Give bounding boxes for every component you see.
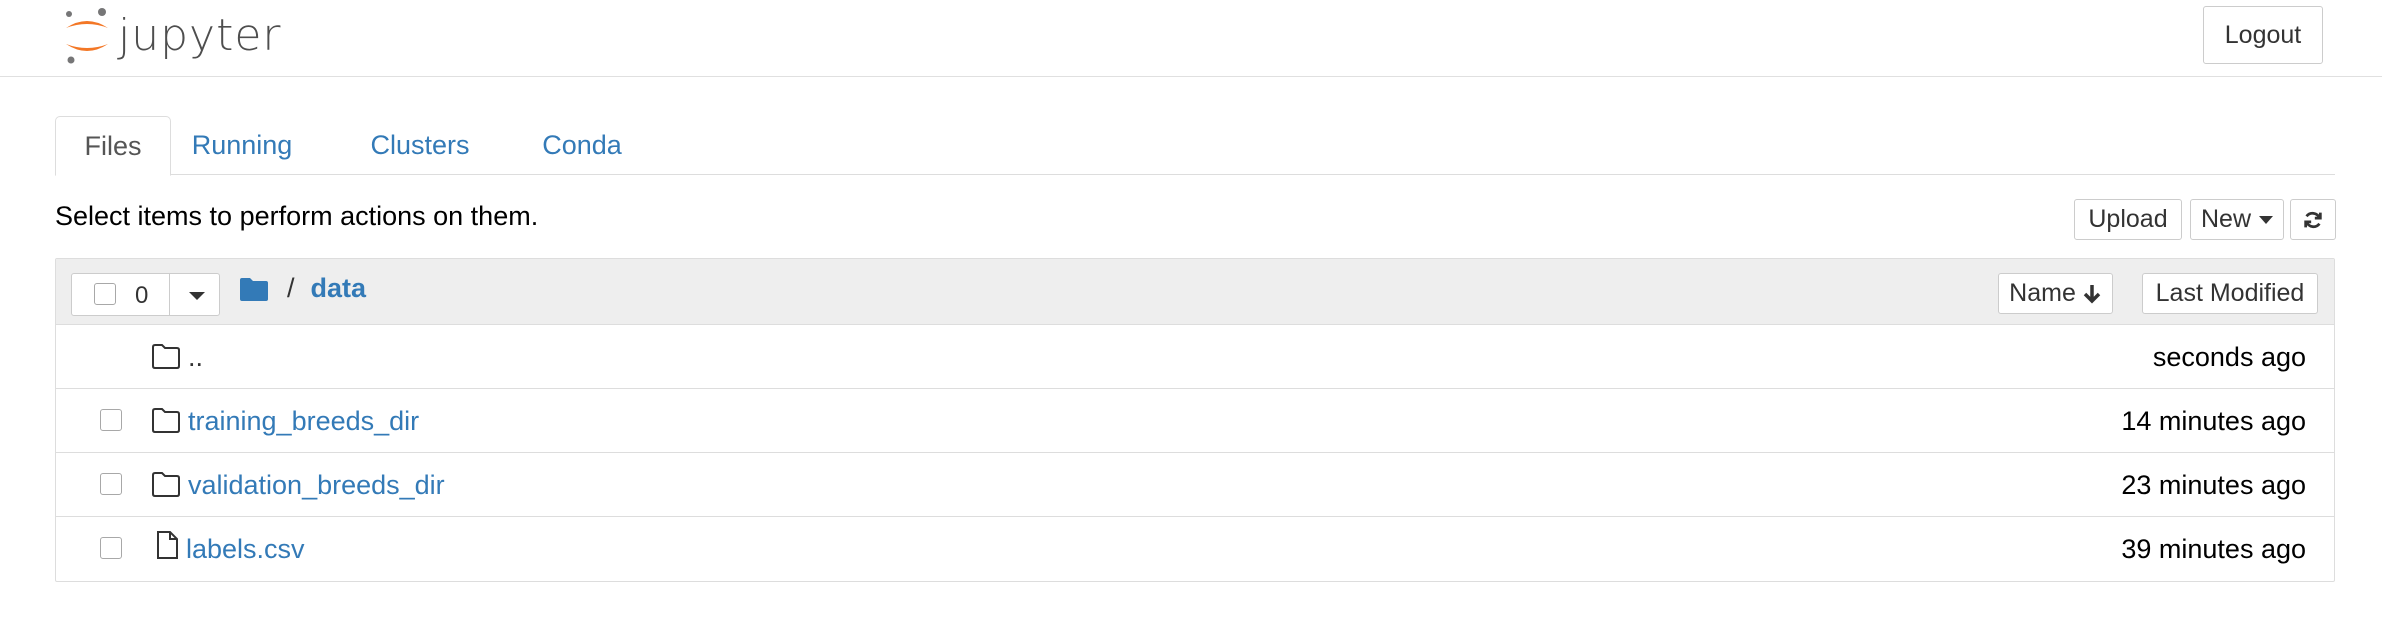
item-name[interactable]: validation_breeds_dir [188, 470, 445, 501]
selected-count: 0 [135, 282, 149, 309]
file-list-header: 0 / data Name Last Modified [56, 259, 2334, 325]
tab-files[interactable]: Files [55, 116, 171, 176]
file-icon [157, 531, 178, 559]
sort-name-label: Name [2009, 279, 2076, 307]
selection-dropdown-icon[interactable] [189, 292, 205, 300]
file-list: 0 / data Name Last Modified .. seconds a… [55, 258, 2335, 582]
new-button-label: New [2200, 205, 2251, 233]
item-modified: 14 minutes ago [2121, 406, 2306, 436]
item-name[interactable]: labels.csv [186, 534, 305, 565]
breadcrumb-separator: / [287, 273, 295, 303]
refresh-button[interactable] [2290, 199, 2336, 240]
arrow-down-icon [2083, 284, 2101, 303]
list-item[interactable]: labels.csv 39 minutes ago [56, 517, 2334, 581]
tab-clusters[interactable]: Clusters [360, 116, 480, 175]
jupyter-logo-icon [64, 6, 110, 66]
divider [169, 274, 170, 315]
breadcrumb-current-dir[interactable]: data [311, 273, 367, 304]
list-item[interactable]: training_breeds_dir 14 minutes ago [56, 389, 2334, 453]
item-modified: 39 minutes ago [2121, 534, 2306, 564]
item-checkbox[interactable] [100, 537, 122, 559]
folder-home-icon[interactable] [239, 276, 269, 302]
item-name[interactable]: .. [188, 342, 203, 373]
folder-icon [152, 344, 180, 369]
folder-icon [152, 408, 180, 433]
logout-button[interactable]: Logout [2203, 6, 2323, 64]
tab-bar: Files Running Clusters Conda [55, 116, 2335, 176]
selection-hint: Select items to perform actions on them. [55, 201, 539, 231]
item-name[interactable]: training_breeds_dir [188, 406, 419, 437]
item-checkbox[interactable] [100, 409, 122, 431]
header: jupyter Logout [0, 0, 2382, 77]
tab-conda[interactable]: Conda [532, 116, 632, 175]
breadcrumb: / data [239, 273, 366, 304]
select-all-checkbox[interactable] [94, 283, 116, 305]
logo-text: jupyter [118, 10, 282, 61]
item-checkbox[interactable] [100, 473, 122, 495]
folder-icon [152, 472, 180, 497]
refresh-icon [2304, 211, 2322, 228]
item-modified: 23 minutes ago [2121, 470, 2306, 500]
sort-by-last-modified-button[interactable]: Last Modified [2142, 273, 2318, 314]
tab-running[interactable]: Running [182, 116, 302, 175]
list-item[interactable]: .. seconds ago [56, 325, 2334, 389]
upload-button[interactable]: Upload [2074, 199, 2182, 240]
list-item[interactable]: validation_breeds_dir 23 minutes ago [56, 453, 2334, 517]
jupyter-logo[interactable]: jupyter [64, 4, 282, 68]
item-modified: seconds ago [2152, 342, 2306, 372]
select-all-group: 0 [71, 273, 220, 316]
caret-down-icon [2259, 215, 2273, 224]
new-button[interactable]: New [2190, 199, 2284, 240]
sort-by-name-button[interactable]: Name [1998, 273, 2113, 314]
